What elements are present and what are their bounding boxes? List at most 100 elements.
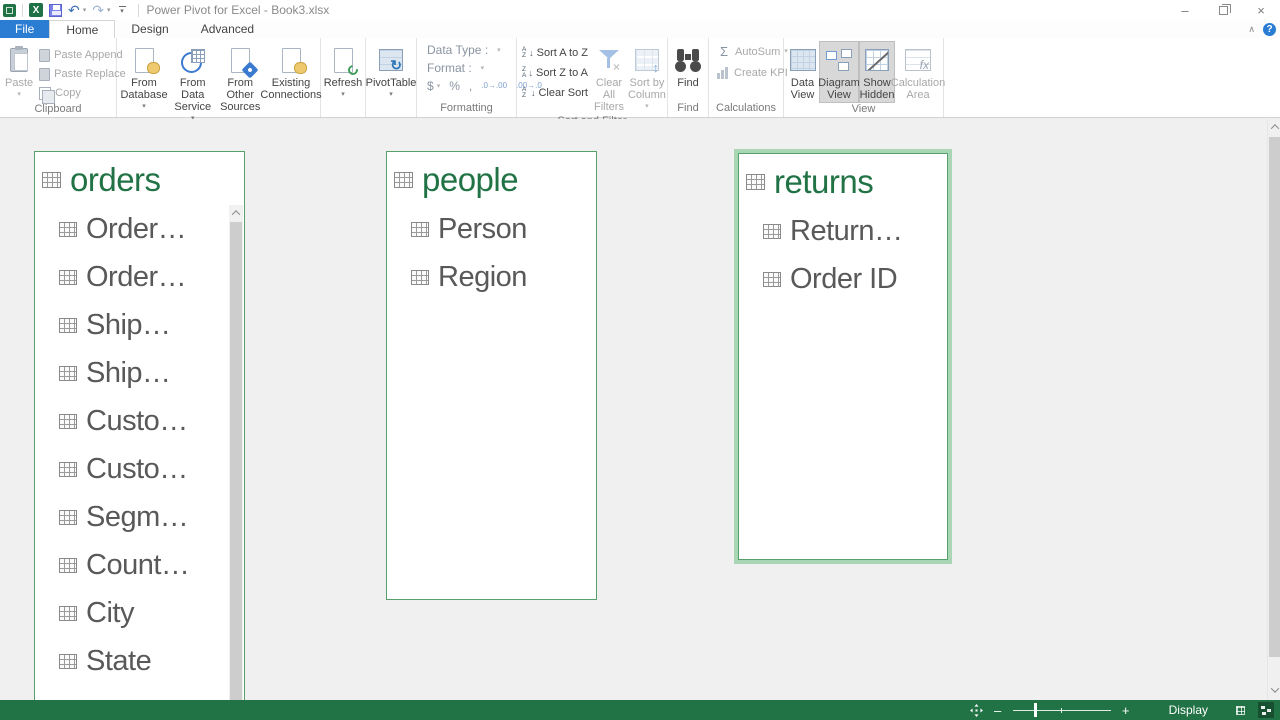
redo-icon[interactable]: ↷ (92, 4, 104, 16)
column-icon (59, 270, 77, 285)
table-field[interactable]: City (35, 589, 244, 637)
paste-replace-button: Paste Replace (36, 66, 129, 82)
from-data-service-button[interactable]: From Data Service▾ (169, 41, 217, 127)
column-icon (59, 510, 77, 525)
titlebar: X ↶▾ ↷▾ ▾ Power Pivot for Excel - Book3.… (0, 0, 1280, 20)
scrollbar-thumb[interactable] (1269, 137, 1280, 657)
fit-to-window-icon[interactable] (970, 704, 983, 717)
sort-z-to-a-button[interactable]: ZA↓Sort Z to A (519, 65, 591, 81)
column-icon (59, 654, 77, 669)
find-icon (675, 48, 701, 72)
clear-sort-button[interactable]: AZ↓Clear Sort (519, 85, 591, 101)
table-field[interactable]: Segm… (35, 493, 244, 541)
excel-icon[interactable]: X (29, 3, 43, 17)
field-label: Ship… (86, 357, 171, 390)
table-header[interactable]: orders (35, 152, 244, 201)
diagram-view-toggle[interactable] (1258, 702, 1274, 718)
scroll-up-icon[interactable] (1268, 119, 1280, 135)
field-label: Order… (86, 213, 186, 246)
zoom-in-button[interactable]: + (1121, 703, 1131, 718)
table-header[interactable]: returns (739, 154, 947, 203)
existing-connections-button[interactable]: Existing Connections (264, 41, 318, 103)
grid-view-icon (1236, 706, 1245, 715)
collapse-ribbon-icon[interactable]: ∧ (1248, 24, 1255, 35)
field-list: Return… Order ID (739, 203, 947, 303)
table-field[interactable]: Custo… (35, 445, 244, 493)
restore-icon (1219, 6, 1228, 15)
diagram-view-button[interactable]: Diagram View (819, 41, 859, 103)
field-list: Person Region (387, 201, 596, 301)
group-refresh: Refresh▾ (321, 38, 366, 117)
save-icon[interactable] (49, 4, 62, 17)
table-field[interactable]: Count… (35, 541, 244, 589)
undo-icon[interactable]: ↶ (68, 4, 80, 16)
clear-all-filters-button: × Clear All Filters (591, 41, 627, 115)
minimize-button[interactable]: – (1166, 0, 1204, 20)
restore-button[interactable] (1204, 0, 1242, 20)
from-other-sources-button[interactable]: From Other Sources (217, 41, 265, 115)
diagram-table-card[interactable]: orders Order… Order… Ship… Ship… Custo… … (34, 151, 245, 700)
field-label: City (86, 597, 134, 630)
canvas-vertical-scrollbar[interactable] (1267, 119, 1280, 700)
table-header[interactable]: people (387, 152, 596, 201)
table-field[interactable]: Order ID (739, 255, 947, 303)
group-clipboard: Paste▾ Paste Append Paste Replace Copy C… (0, 38, 117, 117)
sort-by-column-icon: ↕ (635, 49, 659, 71)
diagram-table-card[interactable]: returns Return… Order ID (738, 153, 948, 560)
tab-design[interactable]: Design (115, 20, 184, 38)
group-get-external-data: From Database▾ From Data Service▾ From O… (117, 38, 321, 117)
field-label: Segm… (86, 501, 188, 534)
table-name: orders (70, 161, 161, 199)
zoom-slider[interactable] (1013, 703, 1111, 717)
find-button[interactable]: Find (670, 41, 706, 91)
create-kpi-button: Create KPI (714, 65, 791, 81)
customize-qat-icon[interactable]: ▾ (119, 6, 126, 14)
field-label: Custo… (86, 405, 188, 438)
tab-advanced[interactable]: Advanced (185, 20, 270, 38)
existing-connections-icon (282, 48, 301, 73)
group-sort-filter: AZ↓Sort A to Z ZA↓Sort Z to A AZ↓Clear S… (517, 38, 668, 117)
sort-by-column-button: ↕ Sort by Column▾ (627, 41, 667, 115)
table-field[interactable]: Custo… (35, 397, 244, 445)
table-field[interactable]: Order… (35, 205, 244, 253)
show-hidden-button[interactable]: Show Hidden (859, 41, 895, 103)
sort-a-to-z-button[interactable]: AZ↓Sort A to Z (519, 45, 591, 61)
paste-append-button: Paste Append (36, 47, 129, 63)
from-database-button[interactable]: From Database▾ (119, 41, 169, 115)
table-field[interactable]: Person (387, 205, 596, 253)
refresh-icon (334, 48, 353, 73)
data-view-button[interactable]: Data View (786, 41, 819, 103)
sort-az-icon: AZ (522, 47, 527, 59)
table-field[interactable]: Order… (35, 253, 244, 301)
scroll-down-icon[interactable] (1268, 682, 1280, 698)
diagram-table-card[interactable]: people Person Region (386, 151, 597, 600)
dropdown-caret-icon: ▾ (497, 46, 501, 54)
zoom-slider-thumb[interactable] (1034, 703, 1037, 717)
redo-caret-icon[interactable]: ▾ (107, 6, 111, 14)
table-field[interactable]: Return… (739, 207, 947, 255)
help-icon[interactable]: ? (1263, 23, 1276, 36)
table-scrollbar[interactable] (229, 205, 243, 700)
column-icon (59, 606, 77, 621)
undo-caret-icon[interactable]: ▾ (83, 6, 87, 14)
refresh-button[interactable]: Refresh▾ (322, 41, 364, 103)
diagram-canvas[interactable]: orders Order… Order… Ship… Ship… Custo… … (0, 119, 1280, 700)
column-icon (411, 270, 429, 285)
table-field[interactable]: Ship… (35, 301, 244, 349)
tab-home[interactable]: Home (49, 20, 115, 38)
table-field[interactable]: Ship… (35, 349, 244, 397)
tab-file[interactable]: File (0, 20, 49, 38)
scrollbar-thumb[interactable] (230, 222, 242, 700)
group-view: Data View Diagram View Show Hidden fx Ca… (784, 38, 944, 117)
zoom-out-button[interactable]: – (993, 703, 1003, 718)
field-list: Order… Order… Ship… Ship… Custo… Custo… … (35, 201, 244, 685)
pivottable-button[interactable]: ↻ PivotTable▾ (366, 41, 416, 103)
group-label (366, 103, 416, 117)
table-field[interactable]: Region (387, 253, 596, 301)
paste-append-icon (39, 49, 50, 62)
close-button[interactable]: × (1242, 0, 1280, 20)
data-view-toggle[interactable] (1232, 702, 1248, 718)
dropdown-caret-icon: ▾ (645, 101, 649, 113)
scroll-up-icon[interactable] (229, 205, 243, 220)
table-field[interactable]: State (35, 637, 244, 685)
